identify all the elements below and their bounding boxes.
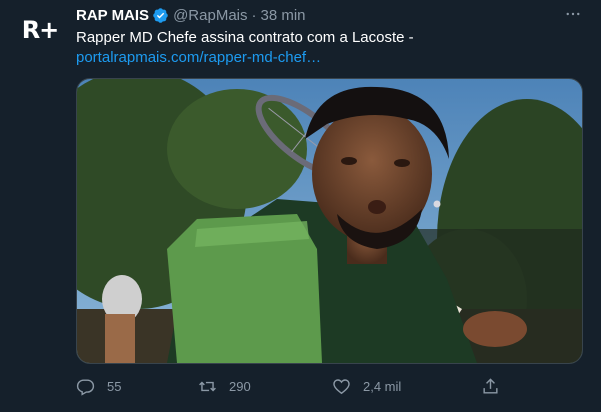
action-bar: 55 290 2,4 mil — [68, 371, 508, 401]
tweet-header: RAP MAIS @RapMais · 38 min — [76, 6, 306, 24]
tweet[interactable]: R+ RAP MAIS @RapMais · 38 min Rapper MD … — [0, 0, 601, 412]
retweet-count: 290 — [229, 378, 251, 394]
tweet-text: Rapper MD Chefe assina contrato com a La… — [76, 29, 414, 46]
reply-count: 55 — [107, 378, 122, 394]
like-icon — [333, 378, 350, 394]
reply-icon — [76, 378, 95, 396]
verified-badge-icon — [153, 7, 168, 23]
reply-button[interactable]: 55 — [76, 371, 121, 401]
share-icon — [483, 377, 498, 394]
tweet-link[interactable]: portalrapmais.com/rapper-md-chef… — [76, 48, 321, 68]
separator-dot: · — [251, 6, 257, 24]
avatar[interactable]: R+ — [16, 6, 64, 54]
retweet-icon — [199, 381, 216, 391]
like-button[interactable]: 2,4 mil — [332, 371, 401, 401]
media-photo — [77, 79, 582, 363]
author-name[interactable]: RAP MAIS — [76, 7, 149, 24]
tweet-media[interactable] — [76, 78, 583, 364]
share-button[interactable] — [481, 371, 512, 401]
more-button[interactable] — [561, 2, 585, 26]
like-count: 2,4 mil — [363, 378, 402, 394]
more-icon — [566, 12, 580, 16]
retweet-button[interactable]: 290 — [198, 371, 251, 401]
timestamp[interactable]: 38 min — [261, 7, 306, 24]
author-handle[interactable]: @RapMais — [173, 7, 247, 24]
avatar-logo: R+ — [21, 16, 60, 44]
